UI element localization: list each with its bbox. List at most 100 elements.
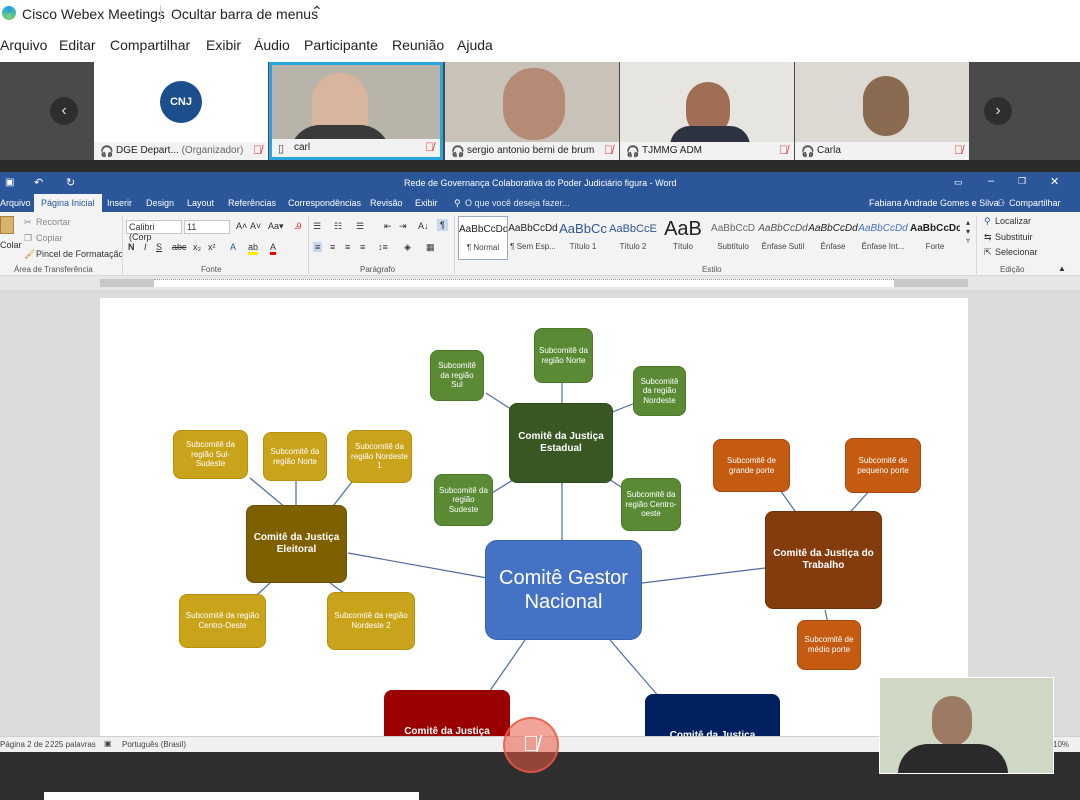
menu-editar[interactable]: Editar bbox=[59, 37, 96, 53]
align-center-icon[interactable]: ≡ bbox=[330, 242, 335, 252]
user-name[interactable]: Fabiana Andrade Gomes e Silva bbox=[869, 198, 999, 208]
close-icon[interactable]: ✕ bbox=[1050, 175, 1059, 188]
font-name-select[interactable]: Calibri (Corp bbox=[126, 220, 182, 242]
shading-icon[interactable]: ◈ bbox=[404, 242, 411, 253]
tab-revisao[interactable]: Revisão bbox=[370, 198, 403, 208]
sort-icon[interactable]: A↓ bbox=[418, 221, 429, 231]
strikethrough-icon[interactable]: abc bbox=[172, 242, 187, 252]
style-heading-1[interactable]: AaBbCc Título 1 bbox=[558, 216, 608, 260]
collapse-ribbon-icon[interactable]: ▲ bbox=[1058, 264, 1066, 273]
menu-audio[interactable]: Áudio bbox=[254, 37, 290, 53]
tell-me-input[interactable]: O que você deseja fazer... bbox=[465, 198, 570, 208]
align-left-icon[interactable]: ≡ bbox=[313, 242, 323, 252]
undo-icon[interactable]: ↶ bbox=[34, 176, 43, 189]
zoom-level[interactable]: 10% bbox=[1053, 740, 1069, 749]
tab-referencias[interactable]: Referências bbox=[228, 198, 276, 208]
tab-inserir[interactable]: Inserir bbox=[107, 198, 132, 208]
numbering-icon[interactable]: ☷ bbox=[334, 221, 342, 232]
paste-icon[interactable] bbox=[0, 216, 14, 234]
document-page[interactable]: Comitê Gestor Nacional Comitê da Justiça… bbox=[100, 298, 968, 738]
style-no-spacing[interactable]: AaBbCcDd ¶ Sem Esp... bbox=[508, 216, 558, 260]
tab-exibir[interactable]: Exibir bbox=[415, 198, 438, 208]
tab-pagina-inicial[interactable]: Página Inicial bbox=[34, 194, 102, 212]
next-arrow-icon[interactable]: › bbox=[984, 97, 1012, 125]
style-strong[interactable]: AaBbCcDc Forte bbox=[910, 216, 960, 260]
participant-tile[interactable]: 🎧 TJMMG ADM 🎙̸ bbox=[620, 62, 794, 160]
mute-button[interactable]: 🎙̸ bbox=[503, 717, 559, 773]
share-button[interactable]: Compartilhar bbox=[1009, 198, 1061, 208]
menu-exibir[interactable]: Exibir bbox=[206, 37, 241, 53]
tab-design[interactable]: Design bbox=[146, 198, 174, 208]
style-heading-2[interactable]: AaBbCcE Título 2 bbox=[608, 216, 658, 260]
participant-tile[interactable]: CNJ 🎧 DGE Depart... (Organizador) 🎙̸ bbox=[94, 62, 268, 160]
increase-indent-icon[interactable]: ⇥ bbox=[399, 221, 407, 232]
tab-correspondencias[interactable]: Correspondências bbox=[288, 198, 361, 208]
decrease-indent-icon[interactable]: ⇤ bbox=[384, 221, 392, 232]
styles-scroll-icon[interactable]: ▴ ▾ ▿ bbox=[966, 218, 970, 245]
underline-icon[interactable]: S bbox=[156, 242, 162, 252]
style-normal[interactable]: AaBbCcDd ¶ Normal bbox=[458, 216, 508, 260]
shrink-font-icon[interactable]: A˅ bbox=[250, 221, 261, 231]
page-count[interactable]: Página 2 de 2 bbox=[0, 740, 49, 749]
participant-tile[interactable]: 🎧 sergio antonio berni de brum 🎙̸ bbox=[445, 62, 619, 160]
select-button[interactable]: Selecionar bbox=[995, 247, 1038, 257]
font-size-select[interactable]: 11 bbox=[184, 220, 230, 234]
menu-arquivo[interactable]: Arquivo bbox=[0, 37, 47, 53]
copy-button[interactable]: Copiar bbox=[36, 233, 63, 243]
highlight-icon[interactable]: ab bbox=[248, 242, 259, 255]
participant-tile[interactable]: 🎧 Carla 🎙̸ bbox=[795, 62, 969, 160]
style-emphasis[interactable]: AaBbCcDd Ênfase bbox=[808, 216, 858, 260]
borders-icon[interactable]: ▦ bbox=[426, 242, 435, 253]
save-icon[interactable]: ▣ bbox=[5, 177, 14, 188]
copy-icon[interactable]: ❐ bbox=[24, 233, 32, 244]
find-icon[interactable]: ⚲ bbox=[984, 216, 991, 227]
restore-icon[interactable]: ❐ bbox=[1018, 176, 1026, 187]
superscript-icon[interactable]: x² bbox=[208, 242, 216, 252]
menu-participante[interactable]: Participante bbox=[304, 37, 378, 53]
ribbon-display-icon[interactable]: ▭ bbox=[954, 177, 963, 188]
select-icon[interactable]: ⇱ bbox=[984, 247, 992, 258]
tab-arquivo[interactable]: Arquivo bbox=[0, 198, 31, 208]
proofing-icon[interactable]: ▣ bbox=[104, 739, 112, 748]
scissors-icon[interactable]: ✂ bbox=[24, 217, 32, 228]
replace-icon[interactable]: ⇆ bbox=[984, 232, 992, 243]
clear-format-icon[interactable]: Ꭿ bbox=[295, 221, 302, 232]
subscript-icon[interactable]: x₂ bbox=[193, 242, 201, 252]
tab-layout[interactable]: Layout bbox=[187, 198, 214, 208]
participant-tile-active[interactable]: ▯ carl 🎙̸ bbox=[269, 62, 443, 160]
pilcrow-icon[interactable]: ¶ bbox=[437, 219, 448, 231]
style-intense-emphasis[interactable]: AaBbCcDd Ênfase Int... bbox=[858, 216, 908, 260]
paste-button[interactable]: Colar bbox=[0, 240, 22, 250]
format-painter-icon[interactable]: 🖌 bbox=[24, 249, 35, 260]
replace-button[interactable]: Substituir bbox=[995, 232, 1033, 242]
horizontal-ruler[interactable] bbox=[0, 276, 1080, 290]
menu-compartilhar[interactable]: Compartilhar bbox=[110, 37, 190, 53]
self-view-video[interactable] bbox=[879, 677, 1054, 774]
prev-arrow-icon[interactable]: ‹ bbox=[50, 97, 78, 125]
menu-reuniao[interactable]: Reunião bbox=[392, 37, 444, 53]
hide-menu-button[interactable]: Ocultar barra de menus bbox=[171, 6, 318, 22]
italic-icon[interactable]: I bbox=[144, 242, 147, 252]
multilevel-icon[interactable]: ☰ bbox=[356, 221, 364, 232]
style-subtle-emphasis[interactable]: AaBbCcDd Ênfase Sutil bbox=[758, 216, 808, 260]
justify-icon[interactable]: ≡ bbox=[360, 242, 365, 252]
style-subtitle[interactable]: AaBbCcD Subtítulo bbox=[708, 216, 758, 260]
bullets-icon[interactable]: ☰ bbox=[313, 221, 321, 232]
menu-ajuda[interactable]: Ajuda bbox=[457, 37, 493, 53]
change-case-icon[interactable]: Aa▾ bbox=[268, 221, 284, 232]
align-right-icon[interactable]: ≡ bbox=[345, 242, 350, 252]
redo-icon[interactable]: ↻ bbox=[66, 176, 75, 189]
style-title[interactable]: AaB Título bbox=[658, 216, 708, 260]
bold-icon[interactable]: N bbox=[128, 242, 135, 252]
language[interactable]: Português (Brasil) bbox=[122, 740, 186, 749]
line-spacing-icon[interactable]: ↕≡ bbox=[378, 242, 388, 252]
minimize-icon[interactable]: – bbox=[988, 175, 994, 187]
word-count[interactable]: 225 palavras bbox=[50, 740, 96, 749]
format-painter-button[interactable]: Pincel de Formatação bbox=[36, 249, 124, 259]
text-effects-icon[interactable]: A bbox=[230, 242, 236, 252]
chevron-up-icon[interactable]: ⌃ bbox=[311, 3, 323, 20]
font-color-icon[interactable]: A bbox=[270, 242, 277, 255]
cut-button[interactable]: Recortar bbox=[36, 217, 71, 227]
grow-font-icon[interactable]: A˄ bbox=[236, 221, 247, 231]
find-button[interactable]: Localizar bbox=[995, 216, 1031, 226]
